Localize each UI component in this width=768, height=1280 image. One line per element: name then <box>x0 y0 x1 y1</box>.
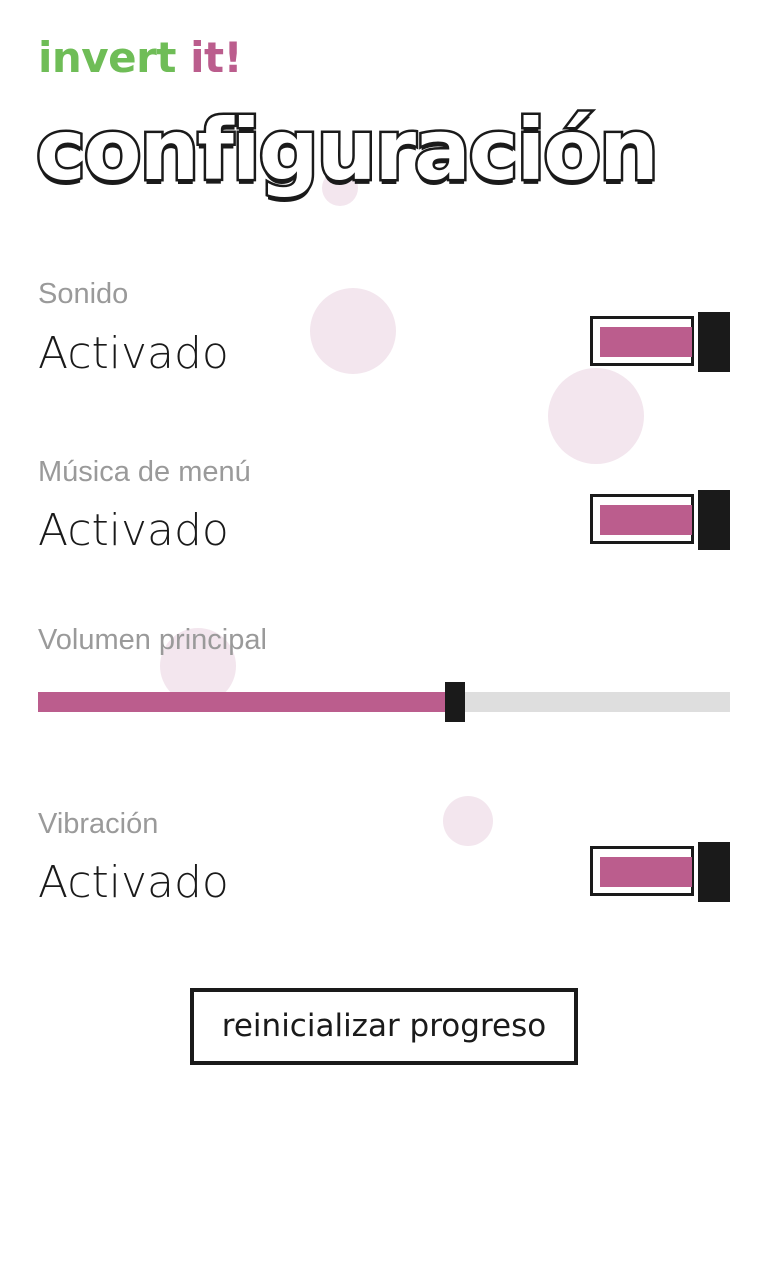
slider-progress <box>38 692 454 712</box>
background-bubble <box>310 288 396 374</box>
sound-toggle[interactable] <box>590 312 732 372</box>
reset-progress-button[interactable]: reinicializar progreso <box>190 988 578 1065</box>
background-bubble <box>548 368 644 464</box>
sound-label: Sonido <box>38 278 129 310</box>
slider-thumb[interactable] <box>445 682 466 722</box>
vibration-value: Activado <box>38 857 229 908</box>
sound-value: Activado <box>38 328 229 379</box>
menu-music-label: Música de menú <box>38 456 251 488</box>
toggle-knob[interactable] <box>698 842 730 902</box>
toggle-knob[interactable] <box>698 312 730 372</box>
toggle-fill <box>600 505 692 535</box>
vibration-toggle[interactable] <box>590 842 732 902</box>
background-bubble <box>443 796 493 846</box>
toggle-knob[interactable] <box>698 490 730 550</box>
volume-label: Volumen principal <box>38 624 267 656</box>
vibration-label: Vibración <box>38 808 159 840</box>
app-title-word-invert: invert <box>38 33 176 82</box>
menu-music-toggle[interactable] <box>590 490 732 550</box>
page-title: configuración <box>34 99 662 202</box>
toggle-fill <box>600 857 692 887</box>
toggle-fill <box>600 327 692 357</box>
app-title: invert it! <box>38 30 243 86</box>
menu-music-value: Activado <box>38 505 229 556</box>
volume-slider[interactable] <box>38 682 730 722</box>
app-title-word-it: it! <box>190 33 243 82</box>
